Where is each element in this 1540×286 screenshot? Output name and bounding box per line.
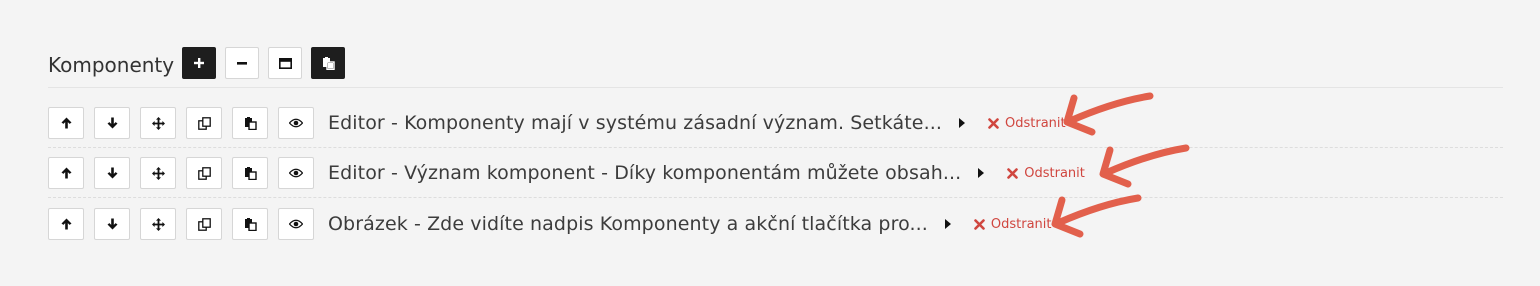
- duplicate-button[interactable]: [186, 157, 222, 189]
- plus-icon: [194, 58, 205, 68]
- component-row: Obrázek - Zde vidíte nadpis Komponenty a…: [48, 208, 1540, 240]
- annotation-arrow-icon: [1099, 144, 1190, 188]
- move-icon: [151, 166, 165, 180]
- paste-icon: [322, 56, 335, 70]
- drag-handle[interactable]: [140, 157, 176, 189]
- move-down-button[interactable]: [94, 107, 130, 139]
- arrow-up-icon: [61, 117, 71, 129]
- move-down-button[interactable]: [94, 208, 130, 240]
- move-up-button[interactable]: [48, 157, 84, 189]
- components-panel: Komponenty Editor - Komponenty mají v sy…: [0, 0, 1540, 286]
- caret-right-icon: [959, 118, 965, 128]
- eye-icon: [289, 219, 303, 229]
- expand-toggle[interactable]: [942, 217, 954, 231]
- eye-icon: [289, 118, 303, 128]
- components-header: Komponenty: [48, 47, 354, 79]
- duplicate-button[interactable]: [186, 107, 222, 139]
- drag-handle[interactable]: [140, 107, 176, 139]
- window-icon: [278, 57, 292, 69]
- component-title[interactable]: Editor - Význam komponent - Díky kompone…: [328, 162, 961, 184]
- close-icon: [1007, 167, 1019, 179]
- arrow-up-icon: [61, 167, 71, 179]
- paste-button[interactable]: [232, 107, 268, 139]
- drag-handle[interactable]: [140, 208, 176, 240]
- paste-icon: [244, 116, 257, 130]
- minus-icon: [237, 62, 248, 65]
- toggle-visibility-button[interactable]: [278, 157, 314, 189]
- expand-toggle[interactable]: [975, 166, 987, 180]
- paste-button[interactable]: [232, 157, 268, 189]
- annotation-arrow-icon: [1063, 92, 1154, 136]
- move-up-button[interactable]: [48, 208, 84, 240]
- arrow-down-icon: [107, 218, 117, 230]
- paste-icon: [244, 217, 257, 231]
- paste-icon: [244, 166, 257, 180]
- toggle-visibility-button[interactable]: [278, 208, 314, 240]
- remove-label: Odstranit: [990, 216, 1052, 232]
- arrow-up-icon: [61, 218, 71, 230]
- remove-component-link[interactable]: Odstranit: [974, 217, 1052, 232]
- row-divider: [48, 197, 1503, 198]
- toggle-visibility-button[interactable]: [278, 107, 314, 139]
- component-row: Editor - Význam komponent - Díky kompone…: [48, 157, 1540, 189]
- remove-component-link[interactable]: Odstranit: [1007, 166, 1085, 181]
- annotation-arrow-icon: [1051, 194, 1142, 238]
- eye-icon: [289, 168, 303, 178]
- move-down-button[interactable]: [94, 157, 130, 189]
- section-title: Komponenty: [48, 53, 175, 77]
- paste-button[interactable]: [232, 208, 268, 240]
- component-row: Editor - Komponenty mají v systému zásad…: [48, 107, 1540, 139]
- component-title[interactable]: Obrázek - Zde vidíte nadpis Komponenty a…: [328, 213, 928, 235]
- remove-label: Odstranit: [1005, 115, 1066, 131]
- row-divider: [48, 147, 1503, 148]
- remove-component-link[interactable]: Odstranit: [988, 116, 1066, 131]
- close-icon: [974, 218, 985, 230]
- move-icon: [151, 217, 165, 231]
- close-icon: [988, 117, 999, 129]
- expand-all-button[interactable]: [268, 47, 303, 79]
- paste-component-button[interactable]: [311, 47, 346, 79]
- add-component-button[interactable]: [182, 47, 217, 79]
- header-divider: [48, 87, 1503, 88]
- duplicate-icon: [197, 166, 211, 180]
- duplicate-icon: [197, 217, 211, 231]
- caret-right-icon: [978, 168, 985, 178]
- caret-right-icon: [944, 219, 951, 229]
- move-icon: [151, 116, 165, 130]
- duplicate-button[interactable]: [186, 208, 222, 240]
- collapse-all-button[interactable]: [225, 47, 260, 79]
- move-up-button[interactable]: [48, 107, 84, 139]
- component-title[interactable]: Editor - Komponenty mají v systému zásad…: [328, 112, 942, 134]
- expand-toggle[interactable]: [956, 116, 968, 130]
- arrow-down-icon: [107, 167, 117, 179]
- remove-label: Odstranit: [1024, 165, 1085, 181]
- arrow-down-icon: [107, 117, 117, 129]
- duplicate-icon: [197, 116, 211, 130]
